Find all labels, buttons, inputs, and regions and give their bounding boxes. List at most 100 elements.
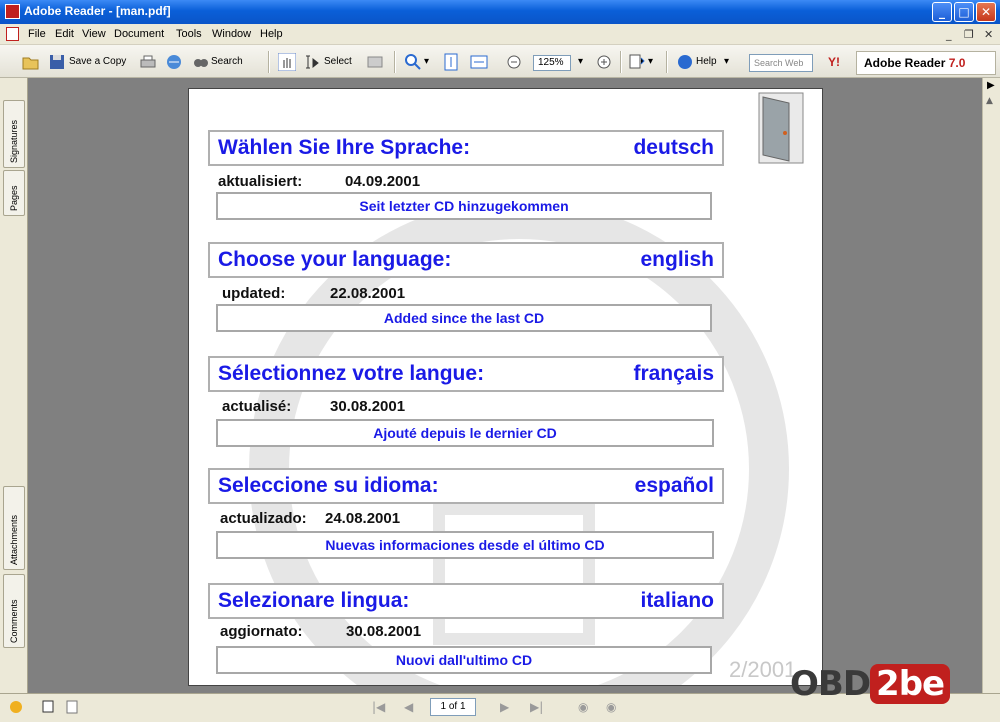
adobe-reader-logo: Adobe Reader 7.0 [856,51,996,75]
page-layout-icon[interactable] [628,53,646,71]
language-name: italiano [640,589,714,612]
document-icon[interactable] [6,27,19,41]
updated-row: aggiornato: 30.08.2001 [220,623,421,640]
added-since-button-deutsch[interactable]: Seit letzter CD hinzugekommen [216,192,712,220]
maximize-button[interactable]: □ [954,2,974,22]
updated-date: 24.08.2001 [325,510,401,527]
select-tool-icon[interactable] [304,53,322,71]
language-name: español [634,474,714,497]
exit-door-icon[interactable] [757,91,805,165]
updated-label: actualisé: [222,398,292,415]
doc-minimize-button[interactable]: _ [946,28,952,41]
added-since-button-english[interactable]: Added since the last CD [216,304,712,332]
save-copy-icon[interactable] [48,53,66,71]
document-view[interactable]: Wählen Sie Ihre Sprache: deutsch aktualis… [28,78,982,693]
section-title: Sélectionnez votre langue: [218,362,485,385]
language-select-italiano[interactable]: Selezionare lingua: italiano [208,583,724,619]
updated-date: 30.08.2001 [346,623,422,640]
tab-attachments-label: Attachments [9,514,19,565]
language-select-espanol[interactable]: Seleccione su idioma: español [208,468,724,504]
updated-label: aktualisiert: [218,173,303,190]
menu-edit[interactable]: Edit [55,28,74,40]
close-button[interactable]: ✕ [976,2,996,22]
page-layout-arrow[interactable]: ▾ [648,52,653,72]
doc-restore-button[interactable]: ❐ [964,28,974,41]
next-view-icon[interactable]: ◉ [606,700,616,714]
single-page-view-icon[interactable] [40,699,56,715]
zoom-in-circle-icon[interactable] [595,53,613,71]
zoom-input[interactable]: 125% [533,55,571,71]
brand-reader: Reader [901,56,946,70]
section-title: Wählen Sie Ihre Sprache: [218,136,471,159]
tab-comments-label: Comments [9,599,19,643]
title-bar: Adobe Reader - [man.pdf] _ □ ✕ [0,0,1000,24]
last-page-icon[interactable]: ▶| [530,700,543,714]
updated-label: actualizado: [220,510,307,527]
minimize-button[interactable]: _ [932,2,952,22]
pdf-page: Wählen Sie Ihre Sprache: deutsch aktualis… [188,88,823,686]
updated-row: actualisé: 30.08.2001 [222,398,405,415]
yahoo-button[interactable]: Y! [828,52,840,72]
toolbar-separator [666,51,668,73]
menu-bar: File Edit View Document Tools Window Hel… [0,24,1000,45]
tab-pages[interactable]: Pages [3,170,25,216]
email-icon[interactable] [165,53,183,71]
next-page-icon[interactable]: ▶ [500,700,509,714]
open-folder-icon[interactable] [22,53,40,71]
adobe-app-icon[interactable] [5,4,20,19]
zoom-out-circle-icon[interactable] [505,53,523,71]
menu-help[interactable]: Help [260,28,283,40]
watermark-2be: 2be [870,664,951,704]
previous-page-icon[interactable]: ◀ [404,700,413,714]
language-name: english [640,248,714,271]
save-copy-button[interactable]: Save a Copy [69,52,126,72]
help-icon[interactable] [676,53,694,71]
print-icon[interactable] [139,53,157,71]
vertical-scrollbar[interactable]: ▶ ▲ [982,78,1000,693]
added-since-button-italiano[interactable]: Nuovi dall'ultimo CD [216,646,712,674]
menu-document[interactable]: Document [114,28,164,40]
hand-tool-icon[interactable] [278,53,296,71]
section-title: Selezionare lingua: [218,589,410,612]
scroll-up-icon[interactable]: ▲ [986,96,993,106]
how-to-icon[interactable] [8,699,24,715]
updated-label: aggiornato: [220,623,303,640]
added-since-button-francais[interactable]: Ajouté depuis le dernier CD [216,419,714,447]
help-dropdown-arrow[interactable]: ▾ [724,52,729,72]
language-select-francais[interactable]: Sélectionnez votre langue: français [208,356,724,392]
toolbar-separator [620,51,622,73]
snapshot-icon[interactable] [366,53,384,71]
continuous-view-icon[interactable] [64,699,80,715]
zoom-dropdown-arrow[interactable]: ▾ [424,52,429,72]
doc-close-button[interactable]: ✕ [984,28,993,41]
tab-comments[interactable]: Comments [3,574,25,648]
language-select-deutsch[interactable]: Wählen Sie Ihre Sprache: deutsch [208,130,724,166]
tab-signatures[interactable]: Signatures [3,100,25,168]
page-number-input[interactable]: 1 of 1 [430,698,476,716]
first-page-icon[interactable]: |◀ [372,700,385,714]
search-web-input[interactable]: Search Web [749,54,813,72]
actual-size-icon[interactable] [442,53,460,71]
zoom-in-icon[interactable] [404,53,422,71]
menu-file[interactable]: File [28,28,46,40]
updated-row: actualizado: 24.08.2001 [220,510,400,527]
help-button[interactable]: Help [696,52,717,72]
search-button[interactable]: Search [211,52,243,72]
fit-width-icon[interactable] [470,53,488,71]
search-icon[interactable] [192,53,210,71]
menu-view[interactable]: View [82,28,106,40]
watermark-obd: OBD [790,664,871,704]
language-select-english[interactable]: Choose your language: english [208,242,724,278]
toolbar: Save a Copy Search Select ▾ 125% ▾ ▾ Hel… [0,45,1000,78]
zoom-select-arrow[interactable]: ▾ [578,52,583,72]
previous-view-icon[interactable]: ◉ [578,700,588,714]
language-name: deutsch [633,136,714,159]
section-title: Seleccione su idioma: [218,474,439,497]
tab-attachments[interactable]: Attachments [3,486,25,570]
menu-tools[interactable]: Tools [176,28,202,40]
panel-arrow-icon[interactable]: ▶ [987,80,995,91]
menu-window[interactable]: Window [212,28,251,40]
tab-signatures-label: Signatures [9,119,19,163]
select-button[interactable]: Select [324,52,352,72]
added-since-button-espanol[interactable]: Nuevas informaciones desde el último CD [216,531,714,559]
